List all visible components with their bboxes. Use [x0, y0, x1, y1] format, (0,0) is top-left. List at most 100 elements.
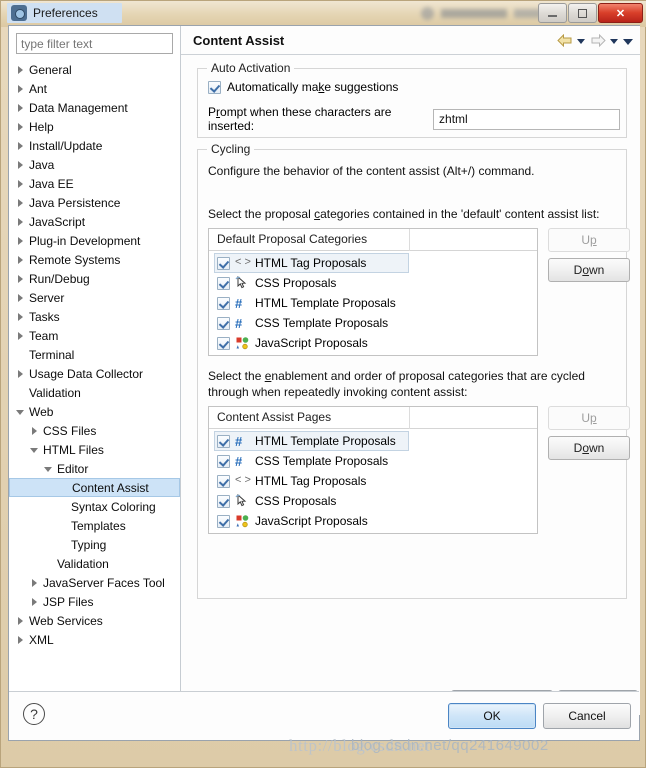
sidebar-item-team[interactable]: Team: [9, 326, 180, 345]
default-table-body[interactable]: < > HTML Tag Proposals CSS Proposals # HTML …: [209, 251, 537, 353]
chevron-right-icon[interactable]: [15, 83, 26, 94]
chevron-right-icon[interactable]: [15, 615, 26, 626]
sidebar-item-server[interactable]: Server: [9, 288, 180, 307]
forward-history-chevron-down-icon[interactable]: [610, 36, 619, 45]
sidebar-item-html-files[interactable]: HTML Files: [9, 440, 180, 459]
sidebar-item-templates[interactable]: Templates: [9, 516, 180, 535]
chevron-down-icon[interactable]: [43, 463, 54, 474]
default-up-button[interactable]: Up: [548, 228, 630, 252]
sidebar-item-help[interactable]: Help: [9, 117, 180, 136]
default-proposal-row[interactable]: JavaScript Proposals: [209, 333, 537, 353]
sidebar-item-web[interactable]: Web: [9, 402, 180, 421]
auto-suggest-checkbox[interactable]: [208, 80, 221, 94]
preferences-tree[interactable]: General Ant Data Management Help Install/Upd…: [9, 60, 180, 700]
sidebar-item-java-persistence[interactable]: Java Persistence: [9, 193, 180, 212]
sidebar-item-jsp-files[interactable]: JSP Files: [9, 592, 180, 611]
sidebar-item-typing[interactable]: Typing: [9, 535, 180, 554]
default-proposal-checkbox[interactable]: [217, 256, 230, 270]
chevron-down-icon[interactable]: [15, 406, 26, 417]
prompt-characters-input[interactable]: [433, 108, 620, 130]
chevron-right-icon[interactable]: [15, 292, 26, 303]
close-button[interactable]: ✕: [598, 3, 643, 23]
sidebar-item-validation[interactable]: Validation: [9, 554, 180, 573]
sidebar-item-java-ee[interactable]: Java EE: [9, 174, 180, 193]
chevron-right-icon[interactable]: [15, 634, 26, 645]
chevron-right-icon[interactable]: [15, 254, 26, 265]
chevron-right-icon[interactable]: [15, 368, 26, 379]
forward-arrow-icon[interactable]: [590, 34, 606, 47]
cycle-proposal-row[interactable]: # HTML Template Proposals: [214, 431, 409, 451]
default-proposal-row[interactable]: # HTML Template Proposals: [209, 293, 537, 313]
chevron-down-icon[interactable]: [29, 444, 40, 455]
sidebar-item-remote-systems[interactable]: Remote Systems: [9, 250, 180, 269]
cycle-proposal-checkbox[interactable]: [217, 474, 230, 488]
minimize-button[interactable]: [538, 3, 567, 23]
cycle-proposal-checkbox[interactable]: [217, 494, 230, 508]
sidebar-item-java[interactable]: Java: [9, 155, 180, 174]
default-proposals-table[interactable]: Default Proposal Categories < > HTML Tag …: [208, 228, 538, 356]
default-proposal-row[interactable]: CSS Proposals: [209, 273, 537, 293]
sidebar-item-editor[interactable]: Editor: [9, 459, 180, 478]
cycle-proposal-row[interactable]: JavaScript Proposals: [209, 511, 537, 531]
cycle-proposal-row[interactable]: CSS Proposals: [209, 491, 537, 511]
chevron-right-icon[interactable]: [15, 197, 26, 208]
default-proposal-checkbox[interactable]: [217, 296, 230, 310]
chevron-right-icon[interactable]: [15, 330, 26, 341]
sidebar-item-run-debug[interactable]: Run/Debug: [9, 269, 180, 288]
sidebar-item-validation[interactable]: Validation: [9, 383, 180, 402]
auto-suggest-checkbox-row[interactable]: Automatically make suggestions: [208, 80, 398, 94]
cancel-button[interactable]: Cancel: [543, 703, 631, 729]
sidebar-item-data-management[interactable]: Data Management: [9, 98, 180, 117]
chevron-right-icon[interactable]: [15, 216, 26, 227]
chevron-right-icon[interactable]: [15, 140, 26, 151]
ok-button[interactable]: OK: [448, 703, 536, 729]
cycle-proposals-table[interactable]: Content Assist Pages # HTML Template Prop…: [208, 406, 538, 534]
page-menu-chevron-down-icon[interactable]: [623, 36, 633, 45]
default-proposal-row[interactable]: < > HTML Tag Proposals: [214, 253, 409, 273]
cycle-proposal-checkbox[interactable]: [217, 454, 230, 468]
chevron-right-icon[interactable]: [15, 311, 26, 322]
sidebar-item-general[interactable]: General: [9, 60, 180, 79]
sidebar-item-terminal[interactable]: Terminal: [9, 345, 180, 364]
chevron-right-icon[interactable]: [15, 64, 26, 75]
cycle-up-button[interactable]: Up: [548, 406, 630, 430]
chevron-right-icon[interactable]: [15, 235, 26, 246]
cycle-down-button[interactable]: Down: [548, 436, 630, 460]
chevron-right-icon[interactable]: [15, 159, 26, 170]
chevron-right-icon[interactable]: [15, 273, 26, 284]
sidebar-item-web-services[interactable]: Web Services: [9, 611, 180, 630]
sidebar-item-xml[interactable]: XML: [9, 630, 180, 649]
default-proposal-checkbox[interactable]: [217, 316, 230, 330]
sidebar-item-tasks[interactable]: Tasks: [9, 307, 180, 326]
sidebar-item-syntax-coloring[interactable]: Syntax Coloring: [9, 497, 180, 516]
sidebar-item-content-assist[interactable]: Content Assist: [9, 478, 180, 497]
cycle-proposal-checkbox[interactable]: [217, 514, 230, 528]
default-proposal-checkbox[interactable]: [217, 276, 230, 290]
chevron-right-icon[interactable]: [15, 102, 26, 113]
sidebar-item-javascript[interactable]: JavaScript: [9, 212, 180, 231]
sidebar-item-javaserver-faces-tool[interactable]: JavaServer Faces Tool: [9, 573, 180, 592]
filter-input[interactable]: [16, 33, 173, 54]
sidebar-item-install-update[interactable]: Install/Update: [9, 136, 180, 155]
sidebar-item-css-files[interactable]: CSS Files: [9, 421, 180, 440]
maximize-button[interactable]: [568, 3, 597, 23]
chevron-right-icon[interactable]: [29, 596, 40, 607]
chevron-right-icon[interactable]: [29, 425, 40, 436]
sidebar-item-ant[interactable]: Ant: [9, 79, 180, 98]
cycle-table-body[interactable]: # HTML Template Proposals # CSS Template Pr…: [209, 429, 537, 531]
default-down-button[interactable]: Down: [548, 258, 630, 282]
chevron-right-icon[interactable]: [29, 577, 40, 588]
back-history-chevron-down-icon[interactable]: [577, 36, 586, 45]
default-proposal-row[interactable]: # CSS Template Proposals: [209, 313, 537, 333]
cycle-proposal-checkbox[interactable]: [217, 434, 230, 448]
help-question-icon[interactable]: ?: [23, 703, 45, 725]
sidebar-item-plug-in-development[interactable]: Plug-in Development: [9, 231, 180, 250]
default-proposal-checkbox[interactable]: [217, 336, 230, 350]
sidebar-item-usage-data-collector[interactable]: Usage Data Collector: [9, 364, 180, 383]
back-arrow-icon[interactable]: [557, 34, 573, 47]
chevron-right-icon[interactable]: [15, 178, 26, 189]
cycle-proposal-row[interactable]: < > HTML Tag Proposals: [209, 471, 537, 491]
chevron-right-icon[interactable]: [15, 121, 26, 132]
cycle-proposal-row[interactable]: # CSS Template Proposals: [209, 451, 537, 471]
